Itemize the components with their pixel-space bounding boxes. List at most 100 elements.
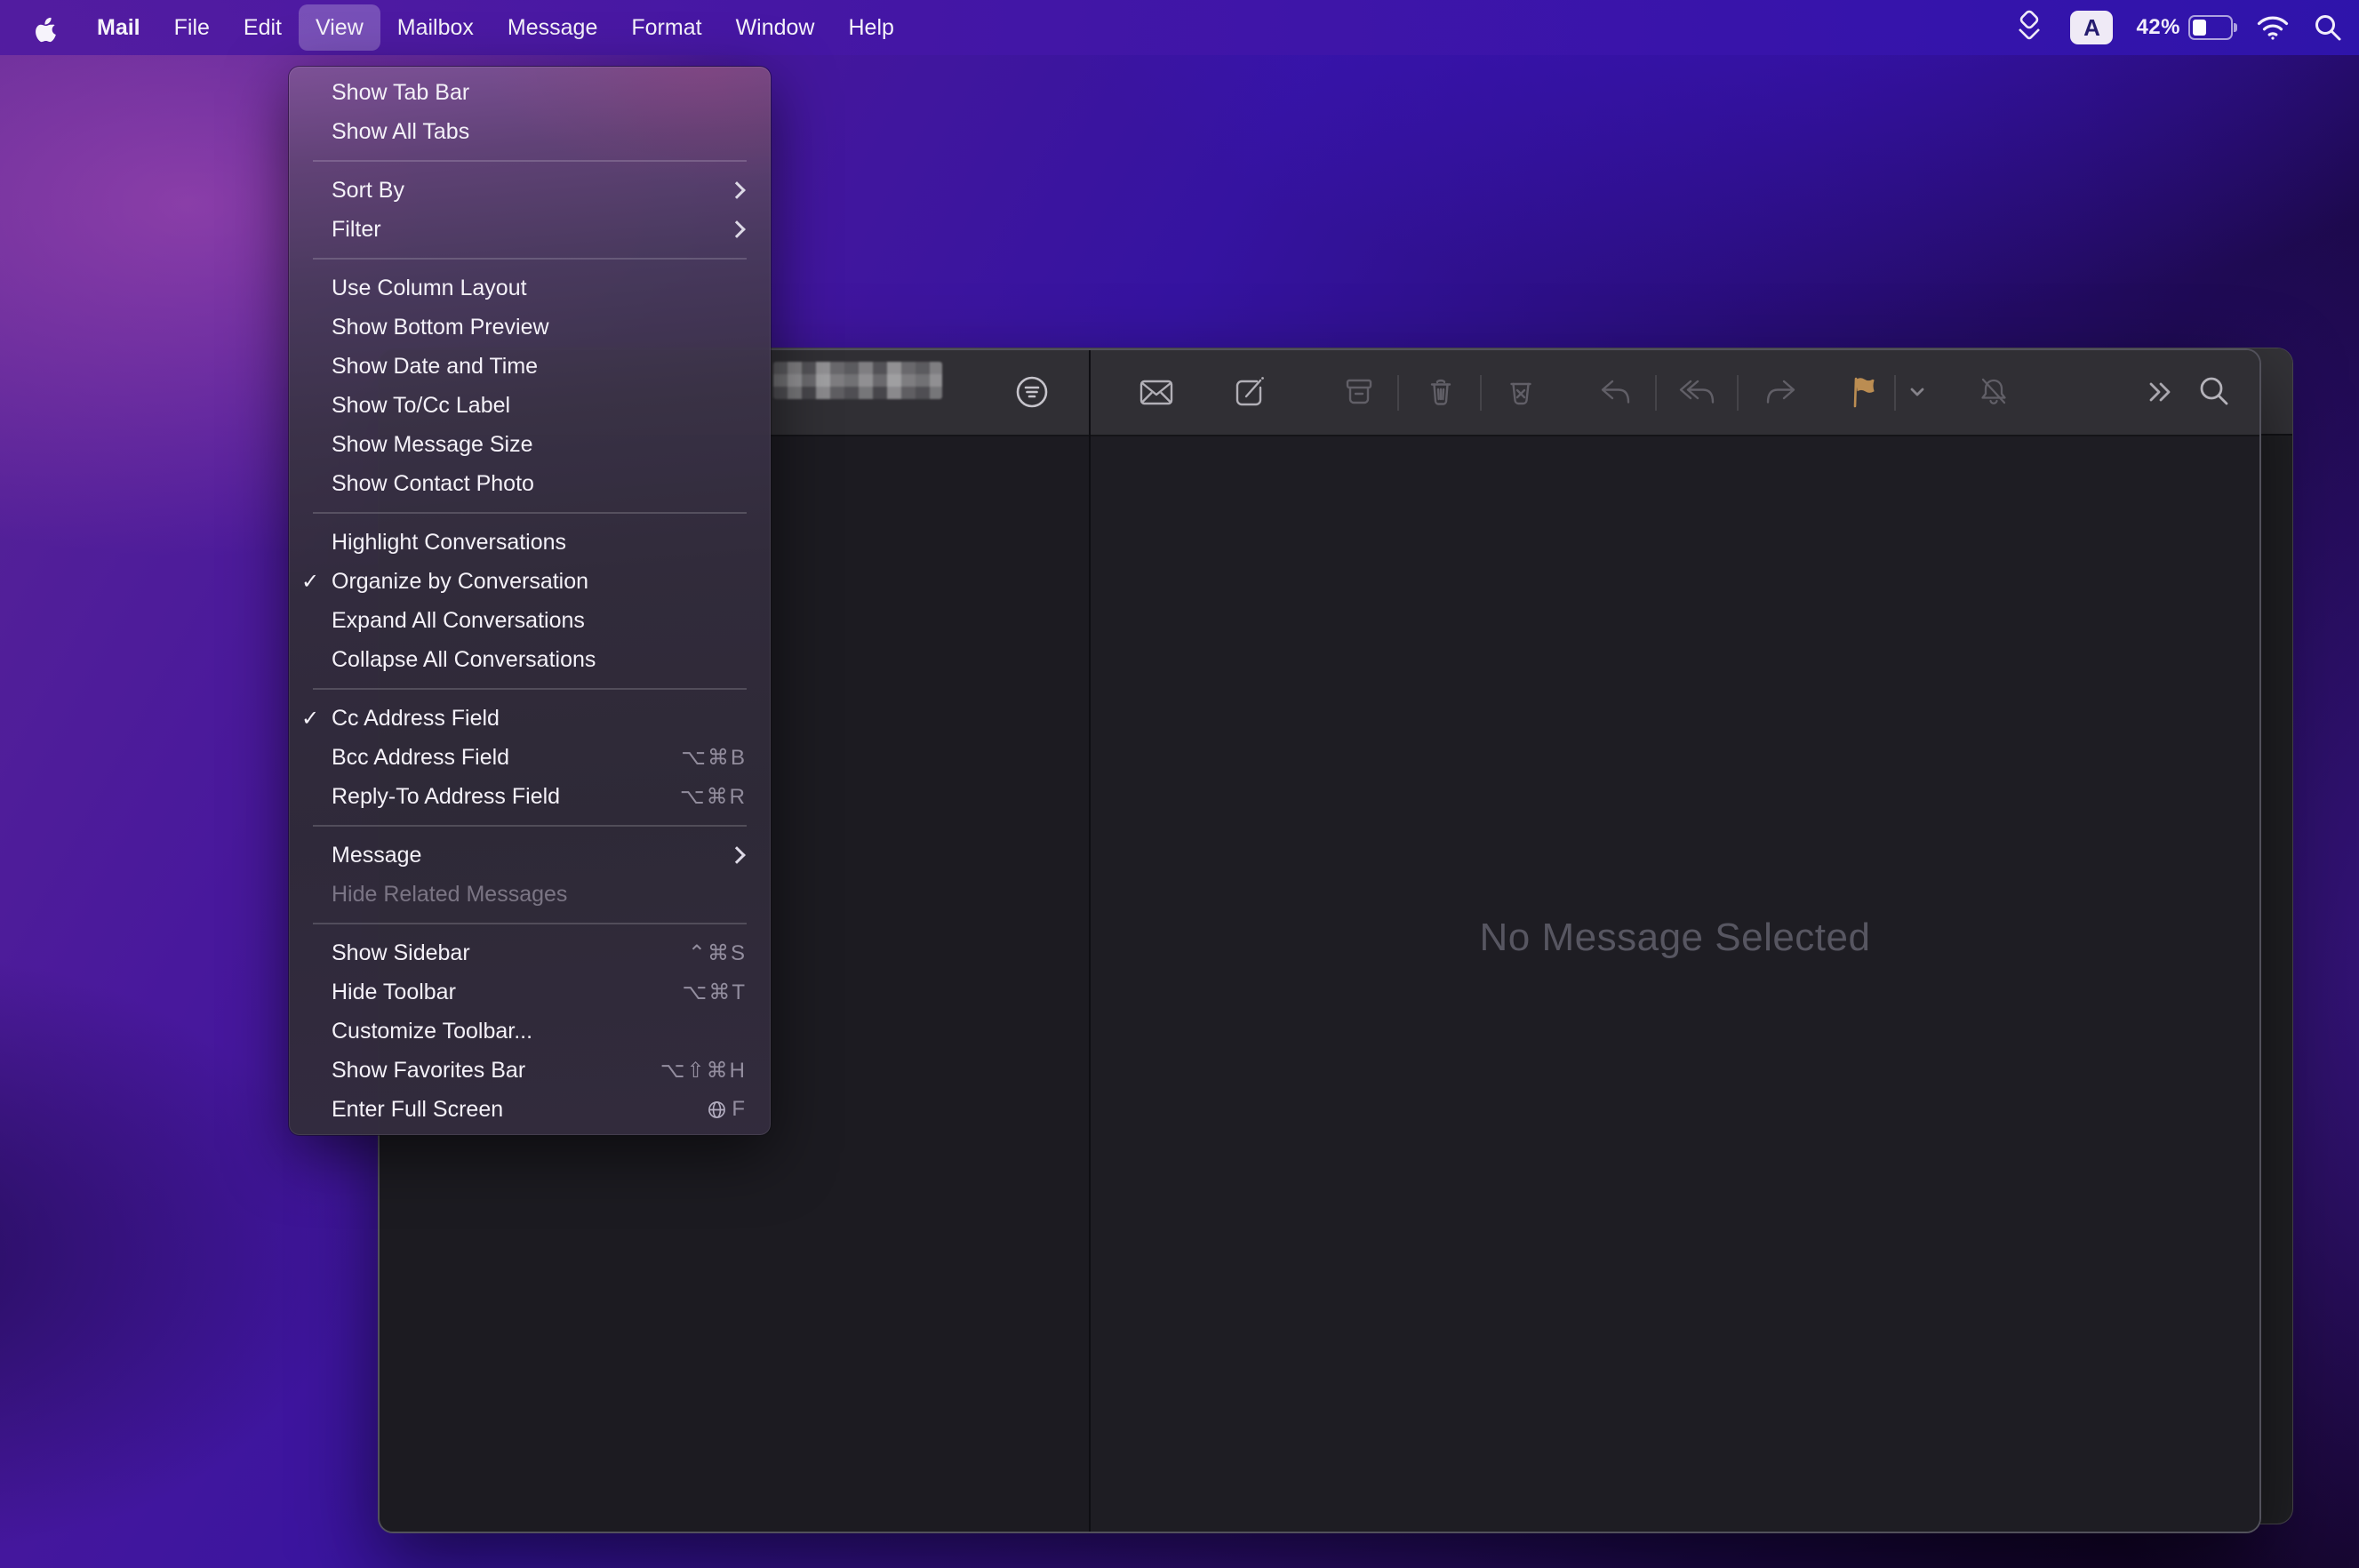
menu-item-show-contact-photo[interactable]: Show Contact Photo xyxy=(289,464,771,503)
toolbar-separator xyxy=(1480,375,1482,411)
menu-item-customize-toolbar[interactable]: Customize Toolbar... xyxy=(289,1012,771,1051)
desktop: MailFileEditViewMailboxMessageFormatWind… xyxy=(0,0,2359,1568)
toolbar-separator xyxy=(1737,375,1739,411)
menu-item-label: Message xyxy=(332,843,731,868)
archive-icon xyxy=(1339,372,1379,412)
reply-all-icon xyxy=(1678,372,1717,412)
menu-item-message[interactable]: Message xyxy=(289,836,771,875)
empty-state-text: No Message Selected xyxy=(1480,916,1871,960)
menu-item-hide-related-messages: Hide Related Messages xyxy=(289,875,771,914)
menu-separator xyxy=(313,160,747,162)
menu-separator xyxy=(313,258,747,260)
menu-item-label: Cc Address Field xyxy=(332,706,747,732)
menu-bar: MailFileEditViewMailboxMessageFormatWind… xyxy=(0,0,2359,55)
menu-item-bcc-address-field[interactable]: Bcc Address Field⌥⌘B xyxy=(289,738,771,777)
menu-item-cc-address-field[interactable]: ✓Cc Address Field xyxy=(289,699,771,738)
menubar-item-help[interactable]: Help xyxy=(831,4,910,51)
shortcut-label: ⌃⌘S xyxy=(688,940,747,966)
compose-icon[interactable] xyxy=(1230,372,1269,412)
wifi-icon[interactable] xyxy=(2256,14,2290,41)
search-icon[interactable] xyxy=(2195,372,2234,412)
menu-item-label: Show Bottom Preview xyxy=(332,315,747,340)
toolbar-separator xyxy=(1655,375,1657,411)
menu-item-label: Show Contact Photo xyxy=(332,471,747,497)
submenu-chevron-icon xyxy=(728,220,746,238)
menu-item-show-tab-bar[interactable]: Show Tab Bar xyxy=(289,73,771,112)
menu-item-hide-toolbar[interactable]: Hide Toolbar⌥⌘T xyxy=(289,972,771,1012)
menu-item-label: Reply-To Address Field xyxy=(332,784,680,810)
menu-separator xyxy=(313,923,747,924)
junk-icon xyxy=(1501,372,1540,412)
spotlight-search-icon[interactable] xyxy=(2313,12,2343,43)
menubar-status-area: A 42% xyxy=(2011,0,2343,55)
menu-item-label: Sort By xyxy=(332,178,731,204)
battery-status[interactable]: 42% xyxy=(2136,15,2233,40)
submenu-chevron-icon xyxy=(728,846,746,864)
menu-item-label: Show All Tabs xyxy=(332,119,747,145)
submenu-indicator xyxy=(731,849,747,861)
menubar-item-file[interactable]: File xyxy=(157,4,227,51)
forward-icon xyxy=(1761,372,1800,412)
menu-item-expand-all-conversations[interactable]: Expand All Conversations xyxy=(289,601,771,640)
flag-icon[interactable] xyxy=(1844,372,1883,412)
menu-item-label: Hide Toolbar xyxy=(332,980,683,1005)
menu-item-label: Enter Full Screen xyxy=(332,1097,707,1123)
message-view-pane: No Message Selected xyxy=(1091,436,2259,1532)
menubar-item-message[interactable]: Message xyxy=(491,4,614,51)
menu-item-label: Filter xyxy=(332,217,731,243)
menu-item-show-sidebar[interactable]: Show Sidebar⌃⌘S xyxy=(289,933,771,972)
menu-item-label: Use Column Layout xyxy=(332,276,747,301)
checkmark-icon: ✓ xyxy=(301,706,332,732)
menubar-item-mail[interactable]: Mail xyxy=(80,4,157,51)
menu-item-filter[interactable]: Filter xyxy=(289,210,771,249)
checkmark-icon: ✓ xyxy=(301,569,332,595)
menu-item-label: Hide Related Messages xyxy=(332,882,747,908)
battery-percent-label: 42% xyxy=(2136,15,2180,40)
menu-item-show-favorites-bar[interactable]: Show Favorites Bar⌥⇧⌘H xyxy=(289,1051,771,1090)
menu-item-label: Show Message Size xyxy=(332,432,747,458)
menu-item-highlight-conversations[interactable]: Highlight Conversations xyxy=(289,523,771,562)
input-source-badge[interactable]: A xyxy=(2070,11,2113,44)
menu-item-show-bottom-preview[interactable]: Show Bottom Preview xyxy=(289,308,771,347)
menu-item-label: Show Favorites Bar xyxy=(332,1058,660,1084)
menubar-item-window[interactable]: Window xyxy=(719,4,832,51)
get-mail-icon[interactable] xyxy=(1137,372,1176,412)
menu-item-collapse-all-conversations[interactable]: Collapse All Conversations xyxy=(289,640,771,679)
menu-item-show-date-and-time[interactable]: Show Date and Time xyxy=(289,347,771,386)
menu-item-label: Expand All Conversations xyxy=(332,608,747,634)
pane-divider[interactable] xyxy=(1089,350,1091,1532)
menu-item-organize-by-conversation[interactable]: ✓Organize by Conversation xyxy=(289,562,771,601)
toolbar-separator xyxy=(1894,375,1896,411)
filter-icon[interactable] xyxy=(1012,372,1052,412)
stacked-layers-icon[interactable] xyxy=(2011,8,2047,47)
menu-item-show-message-size[interactable]: Show Message Size xyxy=(289,425,771,464)
mute-icon xyxy=(1974,372,2013,412)
menu-item-reply-to-address-field[interactable]: Reply-To Address Field⌥⌘R xyxy=(289,777,771,816)
menu-item-label: Show Sidebar xyxy=(332,940,688,966)
menu-item-use-column-layout[interactable]: Use Column Layout xyxy=(289,268,771,308)
menu-separator xyxy=(313,688,747,690)
more-toolbar-items-icon[interactable] xyxy=(2139,372,2179,412)
menubar-item-mailbox[interactable]: Mailbox xyxy=(380,4,491,51)
menubar-item-edit[interactable]: Edit xyxy=(227,4,299,51)
menu-item-sort-by[interactable]: Sort By xyxy=(289,171,771,210)
menu-item-label: Show To/Cc Label xyxy=(332,393,747,419)
menu-item-enter-full-screen[interactable]: Enter Full ScreenF xyxy=(289,1090,771,1129)
apple-logo-icon[interactable] xyxy=(32,12,59,43)
submenu-indicator xyxy=(731,184,747,196)
menu-item-label: Organize by Conversation xyxy=(332,569,747,595)
menubar-items: MailFileEditViewMailboxMessageFormatWind… xyxy=(80,0,911,55)
menubar-item-format[interactable]: Format xyxy=(614,4,718,51)
menu-item-label: Bcc Address Field xyxy=(332,745,681,771)
menubar-item-view[interactable]: View xyxy=(299,4,380,51)
menu-item-show-to-cc-label[interactable]: Show To/Cc Label xyxy=(289,386,771,425)
globe-key-icon xyxy=(707,1100,727,1120)
flag-menu-chevron-icon[interactable] xyxy=(1906,372,1929,412)
menu-item-show-all-tabs[interactable]: Show All Tabs xyxy=(289,112,771,151)
delete-icon xyxy=(1421,372,1460,412)
menu-item-label: Show Date and Time xyxy=(332,354,747,380)
shortcut-label: F xyxy=(707,1097,747,1122)
view-menu-dropdown: Show Tab Bar Show All Tabs Sort By Filter Us… xyxy=(289,67,771,1135)
battery-icon xyxy=(2188,15,2233,40)
menu-item-label: Show Tab Bar xyxy=(332,80,747,106)
